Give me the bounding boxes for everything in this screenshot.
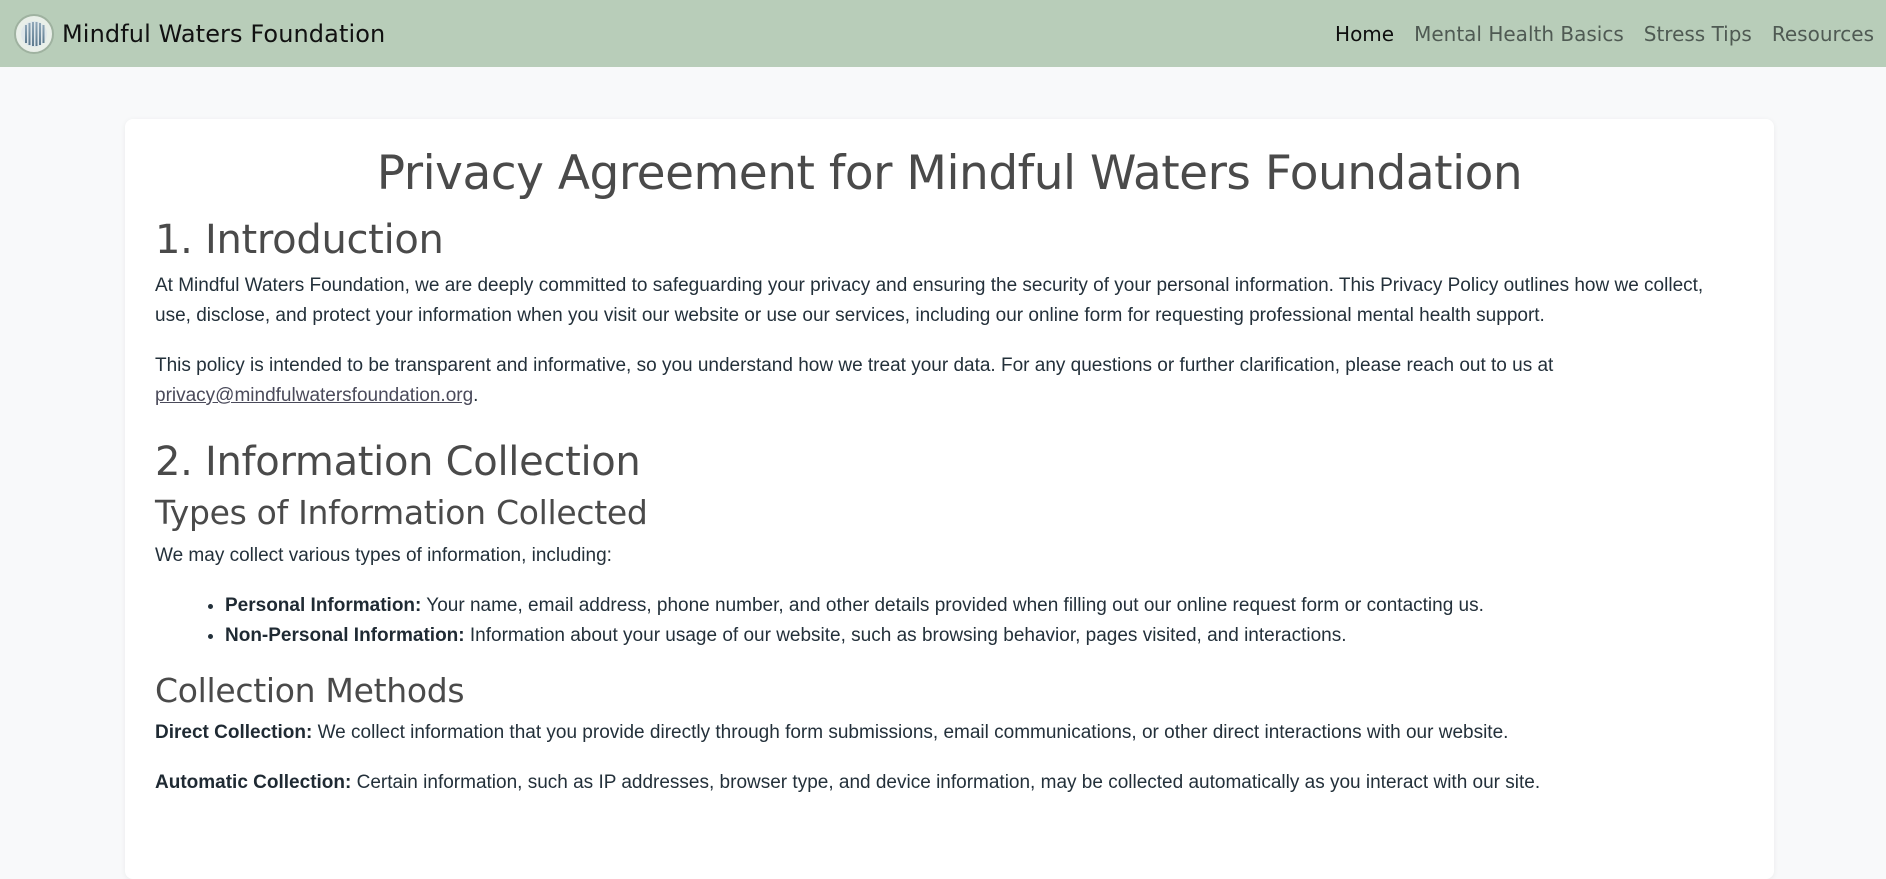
top-navbar: Mindful Waters Foundation Home Mental He… (0, 0, 1886, 67)
direct-collection-paragraph: Direct Collection: We collect informatio… (155, 718, 1744, 748)
section-heading-introduction: 1. Introduction (155, 217, 444, 264)
list-item-term: Personal Information: (225, 594, 422, 616)
list-item-term: Non-Personal Information: (225, 624, 465, 646)
info-types-list: Personal Information: Your name, email a… (155, 591, 1744, 651)
nav-link-mental-health-basics[interactable]: Mental Health Basics (1404, 22, 1634, 46)
intro-paragraph-1: At Mindful Waters Foundation, we are dee… (155, 275, 1704, 327)
direct-collection-text: We collect information that you provide … (312, 722, 1509, 744)
main-nav: Home Mental Health Basics Stress Tips Re… (1325, 22, 1884, 46)
content-card: Privacy Agreement for Mindful Waters Fou… (125, 119, 1774, 879)
intro-paragraph-2: This policy is intended to be transparen… (155, 351, 1744, 411)
nav-link-home[interactable]: Home (1325, 22, 1404, 46)
brand-link[interactable]: Mindful Waters Foundation (14, 13, 386, 54)
section-introduction: 1. Introduction At Mindful Waters Founda… (155, 217, 1744, 411)
automatic-collection-paragraph: Automatic Collection: Certain informatio… (155, 768, 1744, 798)
privacy-email-link[interactable]: privacy@mindfulwatersfoundation.org (155, 385, 473, 406)
list-item: Personal Information: Your name, email a… (225, 591, 1744, 621)
subheading-types-of-information: Types of Information Collected (155, 493, 648, 533)
page-title: Privacy Agreement for Mindful Waters Fou… (376, 146, 1523, 201)
subheading-collection-methods: Collection Methods (155, 670, 465, 710)
intro-paragraph-2-end: . (473, 385, 479, 407)
section-heading-information-collection: 2. Information Collection (155, 439, 641, 486)
automatic-collection-text: Certain information, such as IP addresse… (351, 772, 1541, 794)
types-intro: We may collect various types of informat… (155, 544, 612, 566)
list-item-text: Information about your usage of our webs… (464, 624, 1347, 646)
section-information-collection: 2. Information Collection Types of Infor… (155, 439, 1744, 798)
automatic-collection-term: Automatic Collection: (155, 772, 352, 794)
water-drops-logo-icon (14, 13, 54, 54)
nav-link-stress-tips[interactable]: Stress Tips (1634, 22, 1762, 46)
brand-name: Mindful Waters Foundation (62, 19, 386, 48)
list-item: Non-Personal Information: Information ab… (225, 621, 1744, 651)
nav-link-resources[interactable]: Resources (1762, 22, 1884, 46)
intro-paragraph-2-text: This policy is intended to be transparen… (155, 355, 1554, 377)
direct-collection-term: Direct Collection: (155, 722, 313, 744)
list-item-text: Your name, email address, phone number, … (421, 594, 1484, 616)
